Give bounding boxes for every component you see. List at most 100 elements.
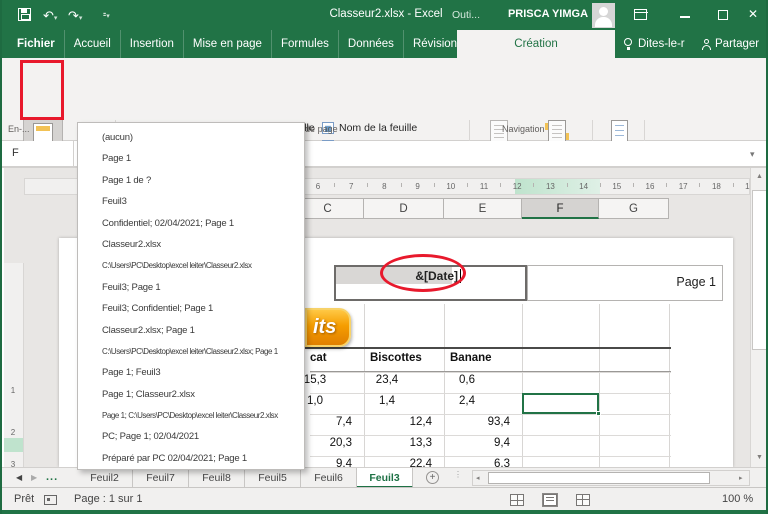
ribbon-tab-formules[interactable]: Formules: [272, 30, 339, 58]
header-preset-item[interactable]: (aucun): [78, 127, 304, 148]
tell-me-control[interactable]: Dites-le-r: [624, 30, 685, 58]
header-preset-item[interactable]: Page 1; C:\Users\PC\Desktop\excel leiter…: [78, 405, 304, 426]
page-indicator: Page : 1 sur 1: [74, 493, 143, 505]
scroll-up-icon[interactable]: ▲: [751, 169, 766, 184]
status-mode: Prêt: [14, 493, 35, 505]
table-cell[interactable]: 93,4: [444, 416, 510, 428]
ribbon-tab-mise-en-page[interactable]: Mise en page: [184, 30, 272, 58]
row-number-3[interactable]: 3: [4, 460, 22, 467]
ruler-tick: [633, 183, 634, 187]
gridline: [522, 304, 523, 467]
fill-handle[interactable]: [596, 411, 601, 416]
close-icon[interactable]: ✕: [748, 7, 758, 21]
header-preset-item[interactable]: Classeur2.xlsx: [78, 234, 304, 255]
next-sheet-icon[interactable]: ▶: [31, 473, 37, 482]
redo-icon[interactable]: ↷▾: [68, 8, 82, 23]
header-preset-item[interactable]: Préparé par PC 02/04/2021; Page 1: [78, 448, 304, 469]
scroll-right-icon[interactable]: ▸: [739, 474, 743, 482]
header-preset-item[interactable]: C:\Users\PC\Desktop\excel leiter\Classeu…: [78, 255, 304, 276]
name-box[interactable]: F: [4, 141, 74, 166]
more-sheets-indicator[interactable]: ...: [46, 471, 58, 483]
table-cell[interactable]: 22,4: [364, 458, 432, 467]
ribbon-tab-fichier[interactable]: Fichier: [8, 30, 65, 58]
header-preset-item[interactable]: C:\Users\PC\Desktop\excel leiter\Classeu…: [78, 341, 304, 362]
normal-view-icon[interactable]: [510, 494, 524, 506]
sheet-tab-bar: ◀ ▶ ... Feuil2 Feuil7 Feuil8 Feuil5 Feuil6 Fe…: [2, 467, 766, 488]
table-cell[interactable]: 23,4: [364, 374, 410, 386]
ruler-tick: [367, 183, 369, 187]
ribbon-tab-insertion[interactable]: Insertion: [121, 30, 184, 58]
sheet-tab-feuil5[interactable]: Feuil5: [245, 468, 301, 488]
header-preset-item[interactable]: Feuil3; Confidentiel; Page 1: [78, 298, 304, 319]
horizontal-scroll-thumb[interactable]: [488, 472, 710, 484]
user-name[interactable]: PRISCA YIMGA: [505, 8, 591, 20]
page-layout-view-icon[interactable]: [542, 493, 558, 507]
ruler-tick: [732, 183, 734, 187]
undo-icon[interactable]: ↶▾: [43, 8, 57, 23]
sheet-tab-feuil2[interactable]: Feuil2: [77, 468, 133, 488]
header-preset-item[interactable]: Feuil3; Page 1: [78, 277, 304, 298]
table-cell[interactable]: 6,3: [444, 458, 510, 467]
macro-record-icon[interactable]: [44, 495, 57, 505]
column-header-f[interactable]: F: [522, 198, 599, 219]
expand-formula-bar-icon[interactable]: ▾: [750, 149, 755, 160]
qat-customize-icon[interactable]: ⹀▾: [103, 8, 110, 23]
page-break-view-icon[interactable]: [576, 494, 590, 506]
zoom-level[interactable]: 100 %: [722, 493, 753, 505]
header-preset-item[interactable]: Page 1: [78, 148, 304, 169]
tab-creation[interactable]: Création: [457, 30, 615, 58]
row-number-2[interactable]: 2: [4, 428, 22, 437]
header-preset-item[interactable]: PC; Page 1; 02/04/2021: [78, 426, 304, 447]
scroll-left-icon[interactable]: ◂: [476, 474, 480, 482]
avatar[interactable]: [592, 3, 615, 28]
sheet-tab-feuil3[interactable]: Feuil3: [357, 468, 413, 488]
header-preset-item[interactable]: Page 1; Feuil3: [78, 362, 304, 383]
sheet-tab-feuil6[interactable]: Feuil6: [301, 468, 357, 488]
ribbon-tab-accueil[interactable]: Accueil: [65, 30, 121, 58]
scroll-down-icon[interactable]: ▼: [751, 450, 766, 465]
table-cell[interactable]: 1,4: [364, 395, 410, 407]
options-page-icon: [610, 120, 628, 142]
share-button[interactable]: Partager: [702, 30, 759, 58]
table-cell[interactable]: 12,4: [364, 416, 432, 428]
table-column-header: Banane: [450, 352, 492, 364]
table-cell[interactable]: 2,4: [444, 395, 490, 407]
table-cell[interactable]: 0,6: [444, 374, 490, 386]
gridline: [310, 456, 671, 457]
page-header-right-section[interactable]: Page 1: [527, 265, 723, 301]
share-label: Partager: [715, 38, 760, 50]
column-header-e[interactable]: E: [444, 198, 522, 219]
ribbon-tab-donn-es[interactable]: Données: [339, 30, 404, 58]
prev-sheet-icon[interactable]: ◀: [16, 473, 22, 482]
annotation-red-ellipse: [380, 254, 466, 292]
minimize-icon[interactable]: [680, 16, 690, 18]
selected-cell[interactable]: [522, 393, 599, 414]
column-header-g[interactable]: G: [599, 198, 669, 219]
horizontal-scrollbar[interactable]: ◂ ▸: [472, 470, 750, 486]
ruler-tick: [599, 183, 601, 187]
tabbar-splitter[interactable]: ⋮: [454, 471, 462, 479]
ribbon-display-options-icon[interactable]: [634, 9, 648, 20]
new-sheet-icon[interactable]: +: [426, 471, 439, 484]
header-preset-item[interactable]: Classeur2.xlsx; Page 1: [78, 320, 304, 341]
sheet-tab-feuil8[interactable]: Feuil8: [189, 468, 245, 488]
fruits-wordart[interactable]: its: [305, 308, 351, 347]
header-preset-item[interactable]: Feuil3: [78, 191, 304, 212]
save-icon[interactable]: [18, 8, 31, 21]
header-preset-item[interactable]: Page 1; Classeur2.xlsx: [78, 384, 304, 405]
vertical-scrollbar[interactable]: ▲ ▼: [750, 168, 766, 467]
ruler-number: 13: [545, 182, 555, 191]
vertical-scroll-thumb[interactable]: [752, 190, 766, 350]
column-header-d[interactable]: D: [364, 198, 444, 219]
maximize-icon[interactable]: [718, 10, 728, 20]
sheet-tab-feuil7[interactable]: Feuil7: [133, 468, 189, 488]
table-column-header: Biscottes: [370, 352, 422, 364]
header-preset-item[interactable]: Page 1 de ?: [78, 170, 304, 191]
table-cell[interactable]: 13,3: [364, 437, 432, 449]
excel-window: ↶▾ ↷▾ ⹀▾ Classeur2.xlsx - Excel Outi... …: [0, 0, 768, 514]
header-preset-item[interactable]: Confidentiel; 02/04/2021; Page 1: [78, 213, 304, 234]
ruler-tick: [566, 183, 568, 187]
gridline: [669, 304, 670, 467]
table-cell[interactable]: 9,4: [444, 437, 510, 449]
row-number-1[interactable]: 1: [4, 386, 22, 395]
